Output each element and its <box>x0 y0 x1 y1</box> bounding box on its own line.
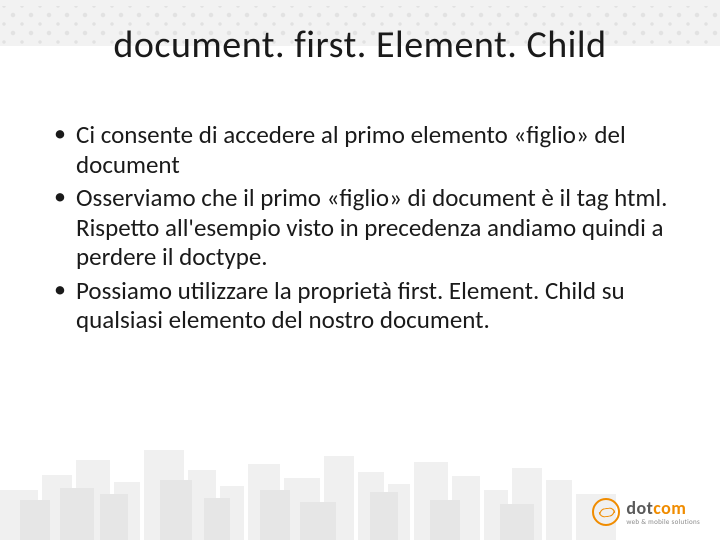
logo-main-accent: com <box>653 497 686 519</box>
logo-sub: web & mobile solutions <box>626 518 700 525</box>
list-item: Ci consente di accedere al primo element… <box>52 120 668 179</box>
logo-main-pre: dot <box>626 497 653 519</box>
logo-text: dotcom web & mobile solutions <box>626 499 700 525</box>
logo: dotcom web & mobile solutions <box>592 498 700 526</box>
logo-main: dotcom <box>626 499 700 517</box>
list-item: Possiamo utilizzare la proprietà first. … <box>52 276 668 335</box>
logo-icon <box>592 498 620 526</box>
slide-title: document. first. Element. Child <box>0 22 720 68</box>
slide-body: Ci consente di accedere al primo element… <box>52 120 668 339</box>
list-item: Osserviamo che il primo «figlio» di docu… <box>52 183 668 272</box>
bullet-list: Ci consente di accedere al primo element… <box>52 120 668 335</box>
slide: document. first. Element. Child Ci conse… <box>0 0 720 540</box>
